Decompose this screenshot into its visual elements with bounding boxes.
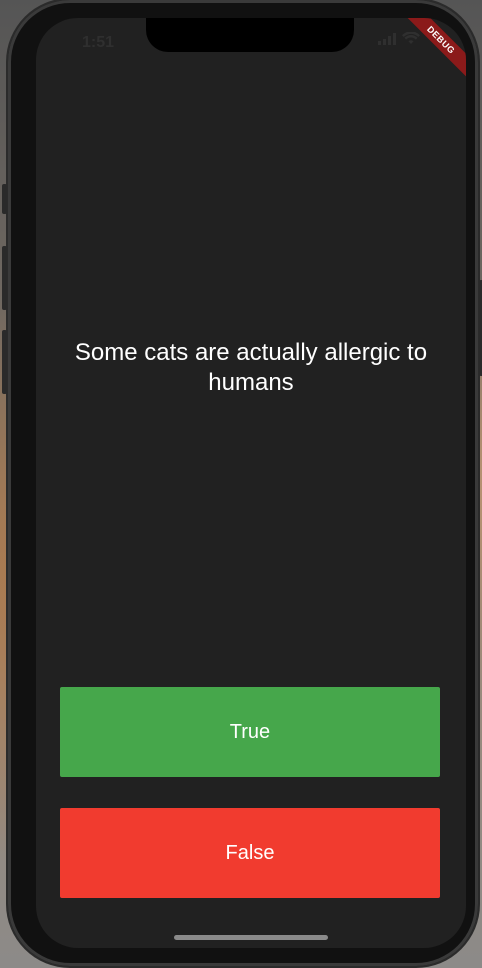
phone-frame: 1:51 DEBUG Some cats are actually allerg…: [2, 0, 482, 966]
false-button-label: False: [225, 841, 275, 864]
app-screen: 1:51 DEBUG Some cats are actually allerg…: [36, 18, 466, 948]
debug-banner: DEBUG: [396, 18, 466, 85]
false-button[interactable]: False: [60, 808, 440, 898]
status-time: 1:51: [82, 34, 115, 51]
status-icons: [378, 31, 420, 50]
volume-down-button: [2, 330, 7, 394]
true-button[interactable]: True: [60, 687, 440, 777]
notch: [146, 18, 354, 52]
volume-up-button: [2, 246, 7, 310]
wifi-icon: [402, 31, 420, 50]
home-indicator[interactable]: [174, 935, 328, 940]
true-button-label: True: [229, 720, 271, 743]
signal-icon: [378, 32, 396, 50]
question-text: Some cats are actually allergic to human…: [74, 339, 428, 396]
mute-switch: [2, 184, 7, 214]
